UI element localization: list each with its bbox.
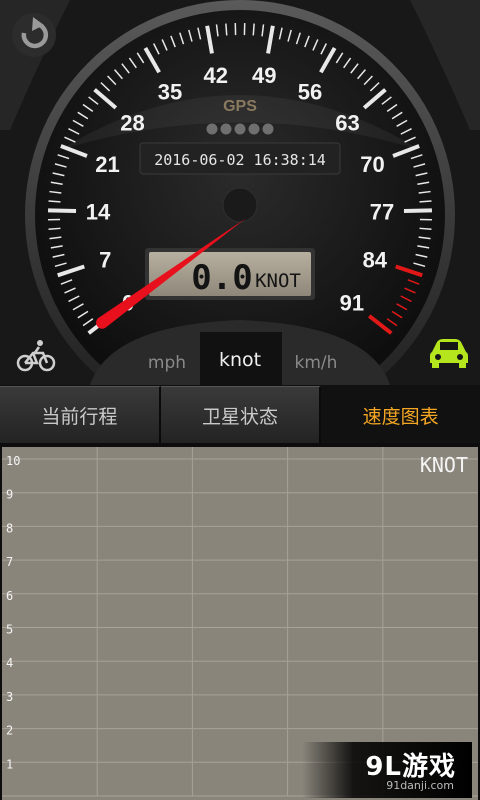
gauge-minor-tick	[225, 23, 228, 36]
gauge-tick-label: 14	[86, 200, 111, 225]
gauge-tick-label: 56	[298, 79, 322, 104]
watermark-sub: 91danji.com	[386, 779, 454, 792]
gauge-tick-label: 28	[120, 110, 144, 135]
chart-y-tick-label: 5	[6, 623, 13, 637]
tab-satellite-status[interactable]: 卫星状态	[160, 386, 322, 443]
chart-y-tick-label: 9	[6, 488, 13, 502]
unit-mph[interactable]: mph	[148, 353, 186, 373]
unit-kmh[interactable]: km/h	[295, 353, 338, 373]
unit-knot[interactable]: knot	[219, 349, 261, 371]
speedometer-panel: 07142128354249566370778491 GPS 2016-06-0…	[0, 0, 480, 385]
gauge-minor-tick	[48, 227, 61, 230]
gauge-tick-label: 42	[203, 63, 227, 88]
watermark-logo: 9L游戏 91danji.com	[302, 742, 472, 798]
gauge-tick-label: 21	[95, 152, 119, 177]
gauge-minor-tick	[419, 200, 432, 203]
gauge-tick-label: 63	[335, 110, 359, 135]
speed-chart-panel: 10 9 8 7 6 5 4 3 2 1 KNOT 9L游戏 91danji.com	[0, 443, 480, 800]
chart-unit-label: KNOT	[420, 453, 468, 477]
refresh-icon[interactable]	[12, 13, 56, 57]
gauge-major-tick	[403, 208, 432, 214]
chart-y-tick-label: 2	[6, 724, 13, 738]
gps-label: GPS	[223, 98, 257, 115]
chart-y-tick-label: 4	[6, 656, 13, 670]
gauge-minor-tick	[252, 23, 255, 36]
datetime-display: 2016-06-02 16:38:14	[154, 151, 326, 169]
gauge-tick-label: 91	[340, 290, 364, 315]
gauge-tick-label: 77	[370, 200, 394, 225]
speed-unit-label: KNOT	[255, 270, 301, 292]
chart-y-tick-label: 8	[6, 521, 13, 535]
watermark-main: 9L游戏	[365, 752, 456, 782]
gauge-minor-tick	[48, 200, 61, 203]
gauge-minor-tick	[419, 227, 432, 230]
speed-value: 0.0	[191, 258, 252, 298]
speedometer-gauge: 07142128354249566370778491 GPS 2016-06-0…	[0, 0, 480, 385]
chart-y-tick-label: 7	[6, 555, 13, 569]
gauge-tick-label: 49	[252, 63, 276, 88]
tab-bar: 当前行程 卫星状态 速度图表	[0, 386, 480, 443]
chart-y-tick-label: 1	[6, 757, 13, 771]
gauge-tick-label: 84	[363, 248, 388, 273]
gauge-tick-label: 70	[360, 152, 384, 177]
gauge-tick-label: 35	[158, 79, 182, 104]
chart-y-tick-label: 3	[6, 690, 13, 704]
chart-y-tick-label: 6	[6, 589, 13, 603]
tab-speed-chart[interactable]: 速度图表	[321, 386, 480, 443]
chart-y-tick-label: 10	[6, 454, 20, 468]
gauge-major-tick	[48, 208, 77, 214]
tab-current-trip[interactable]: 当前行程	[0, 386, 161, 443]
gauge-tick-label: 7	[99, 248, 111, 273]
